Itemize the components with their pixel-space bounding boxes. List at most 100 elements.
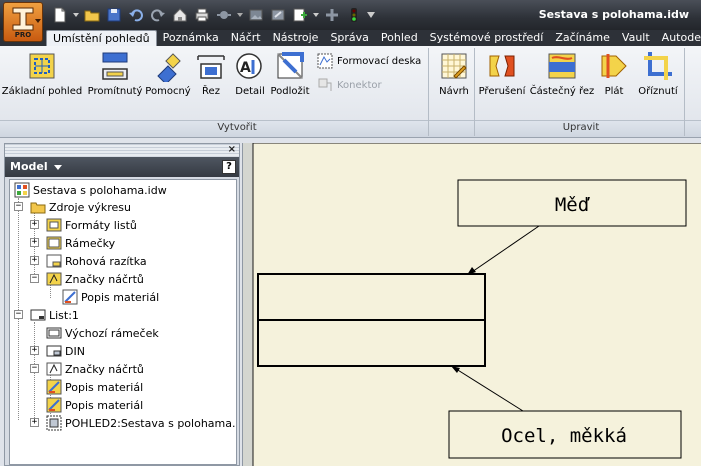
tree-node-material-label-1[interactable]: Popis materiál — [46, 378, 143, 396]
tree-node-drawing-resources[interactable]: Zdroje výkresu — [30, 198, 131, 216]
tree-node-borders[interactable]: Rámečky — [46, 234, 115, 252]
expand-icon[interactable]: + — [30, 256, 39, 265]
base-view-icon — [29, 53, 55, 79]
expand-icon[interactable]: + — [30, 418, 39, 427]
collapse-icon[interactable]: − — [14, 310, 23, 319]
forming-board-icon — [317, 53, 333, 69]
tab-manage[interactable]: Správa — [324, 30, 374, 46]
drawing-view-icon — [46, 415, 62, 431]
browser-title-dropdown[interactable]: Model — [10, 160, 63, 173]
tree-node-din[interactable]: DIN — [46, 342, 85, 360]
traffic-light-icon[interactable] — [344, 5, 364, 25]
collapse-icon[interactable]: − — [30, 364, 39, 373]
model-tree: Sestava s polohama.idw − Zdroje výkresu … — [9, 179, 237, 465]
detail-view-button[interactable]: A Detail — [232, 50, 268, 110]
expand-icon[interactable]: + — [30, 238, 39, 247]
inventor-logo-icon — [12, 7, 34, 31]
tree-node-sheet-1[interactable]: List:1 — [30, 306, 79, 324]
design-button[interactable]: Návrh — [434, 50, 474, 110]
update-icon[interactable] — [268, 5, 288, 25]
slice-button[interactable]: Plát — [598, 50, 630, 110]
open-icon[interactable] — [82, 5, 102, 25]
inventor-window: Sestava s polohama.idw PRO Umístění pohl… — [0, 0, 701, 466]
detail-view-icon: A — [236, 53, 262, 79]
title-block-icon — [46, 345, 62, 357]
projected-view-button[interactable]: Promítnutý — [88, 50, 142, 110]
window-title: Sestava s polohama.idw — [538, 8, 689, 21]
base-view-button[interactable]: Základní pohled — [2, 50, 82, 110]
chevron-down-icon — [35, 19, 41, 23]
chevron-down-icon[interactable] — [72, 5, 80, 25]
panel-label-create[interactable]: Vytvořit — [0, 122, 474, 136]
more-icon[interactable] — [366, 5, 376, 25]
svg-text:Ocel, měkká: Ocel, měkká — [501, 425, 627, 447]
new-icon[interactable] — [50, 5, 70, 25]
folder-icon — [30, 202, 46, 214]
drawing-sheet[interactable]: Měď Ocel, měkká — [243, 143, 701, 466]
help-icon[interactable]: ? — [222, 160, 236, 174]
sheet-icon — [30, 309, 46, 321]
overlay-view-button[interactable]: Podložit — [270, 50, 310, 110]
save-icon[interactable] — [104, 5, 124, 25]
circle-tool-icon[interactable] — [214, 5, 234, 25]
sketch-symbols-folder-icon — [46, 272, 62, 286]
panel-separator — [474, 48, 475, 136]
tree-node-sketch-symbols-sheet[interactable]: Značky náčrtů — [46, 360, 144, 378]
panel-label-modify[interactable]: Upravit — [476, 122, 686, 136]
tree-node-sketch-symbols[interactable]: Značky náčrtů — [46, 270, 144, 288]
break-out-icon — [548, 53, 576, 79]
expand-icon[interactable]: + — [30, 220, 39, 229]
tab-environments[interactable]: Systémové prostředí — [424, 30, 550, 46]
break-icon — [489, 55, 515, 77]
tree-node-drawing[interactable]: Sestava s polohama.idw — [14, 181, 167, 199]
tab-vault[interactable]: Vault — [616, 30, 656, 46]
sheet-format-icon — [46, 218, 62, 232]
crop-button[interactable]: Oříznutí — [634, 50, 682, 110]
tree-node-sheet-formats[interactable]: Formáty listů — [46, 216, 137, 234]
ribbon-tab-bar: Umístění pohledů Poznámka Náčrt Nástroje… — [0, 30, 701, 46]
tree-node-drawing-view[interactable]: POHLED2:Sestava s polohama.iam — [46, 414, 236, 432]
collapse-icon[interactable]: − — [14, 202, 23, 211]
tree-node-material-label[interactable]: Popis materiál — [62, 288, 159, 306]
slice-icon — [601, 54, 627, 78]
sketch-symbol-icon — [62, 289, 78, 305]
section-view-button[interactable]: Řez — [194, 50, 228, 110]
break-out-button[interactable]: Částečný řez — [528, 50, 596, 110]
undo-icon[interactable] — [126, 5, 146, 25]
drawing-canvas[interactable]: Měď Ocel, měkká — [242, 143, 701, 466]
application-menu-button[interactable]: PRO — [3, 2, 43, 42]
tab-autodesk[interactable]: Autode — [656, 30, 701, 46]
border-icon — [46, 236, 62, 250]
break-button[interactable]: Přerušení — [478, 50, 526, 110]
auxiliary-view-button[interactable]: Pomocný — [145, 50, 191, 110]
tree-node-default-border[interactable]: Výchozí rámeček — [46, 324, 159, 342]
tab-get-started[interactable]: Začínáme — [549, 30, 616, 46]
overlay-view-icon — [277, 52, 304, 79]
tab-tools[interactable]: Nástroje — [267, 30, 325, 46]
browser-header: Model ? — [5, 157, 239, 177]
tab-view[interactable]: Pohled — [375, 30, 424, 46]
svg-text:A: A — [240, 60, 251, 76]
tree-node-title-blocks[interactable]: Rohová razítka — [46, 252, 147, 270]
tree-node-material-label-2[interactable]: Popis materiál — [46, 396, 143, 414]
collapse-icon[interactable]: − — [30, 274, 39, 283]
plus-icon[interactable] — [322, 5, 342, 25]
redo-icon[interactable] — [148, 5, 168, 25]
browser-grip[interactable] — [5, 144, 239, 156]
print-icon[interactable] — [192, 5, 212, 25]
image-icon[interactable] — [246, 5, 266, 25]
chevron-down-icon[interactable] — [312, 5, 320, 25]
default-border-icon — [46, 327, 62, 339]
tab-annotate[interactable]: Poznámka — [157, 30, 225, 46]
tab-sketch[interactable]: Náčrt — [225, 30, 267, 46]
home-icon[interactable] — [170, 5, 190, 25]
forming-board-button[interactable]: Formovací deska — [317, 52, 421, 70]
svg-text:Měď: Měď — [555, 194, 591, 216]
expand-icon[interactable]: + — [30, 346, 39, 355]
chevron-down-icon[interactable] — [236, 5, 244, 25]
title-bar: Sestava s polohama.idw — [0, 0, 701, 30]
tab-place-views[interactable]: Umístění pohledů — [46, 30, 157, 46]
document-update-icon[interactable] — [290, 5, 310, 25]
close-icon[interactable]: × — [228, 144, 236, 155]
model-browser: × Model ? Sestava s polohama.idw − Zdroj… — [4, 143, 240, 466]
